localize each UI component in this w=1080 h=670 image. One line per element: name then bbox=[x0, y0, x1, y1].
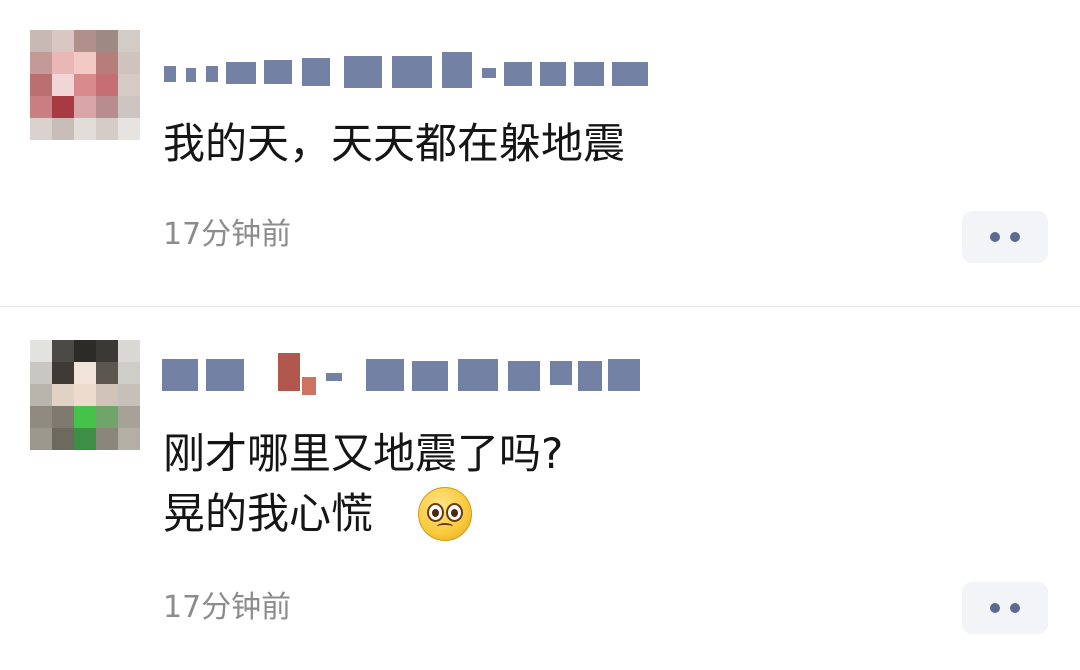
avatar[interactable] bbox=[30, 340, 140, 450]
more-dots-icon bbox=[990, 603, 1000, 613]
comment-text: 我的天，天天都在躲地震 bbox=[163, 119, 626, 168]
more-options-button[interactable] bbox=[962, 582, 1048, 634]
more-options-button[interactable] bbox=[962, 211, 1048, 263]
more-dots-icon bbox=[1010, 232, 1020, 242]
more-dots-icon bbox=[990, 232, 1000, 242]
timestamp: 17分钟前 bbox=[163, 590, 292, 625]
more-dots-icon bbox=[1010, 603, 1020, 613]
comment-item: ••••••••••••••••• 刚才哪里又地震了吗? 晃的我心慌 17分钟前 bbox=[0, 307, 1080, 670]
emoji-eye bbox=[446, 503, 463, 522]
comment-item: •••••••••••••••••••• 我的天，天天都在躲地震 17分钟前 bbox=[0, 0, 1080, 306]
comment-feed: •••••••••••••••••••• 我的天，天天都在躲地震 17分钟前 bbox=[0, 0, 1080, 670]
pleading-face-emoji bbox=[418, 487, 472, 541]
emoji-eye bbox=[427, 503, 444, 522]
comment-text: 刚才哪里又地震了吗? 晃的我心慌 bbox=[163, 429, 564, 538]
avatar[interactable] bbox=[30, 30, 140, 140]
emoji-mouth bbox=[437, 523, 453, 530]
timestamp: 17分钟前 bbox=[163, 217, 292, 252]
